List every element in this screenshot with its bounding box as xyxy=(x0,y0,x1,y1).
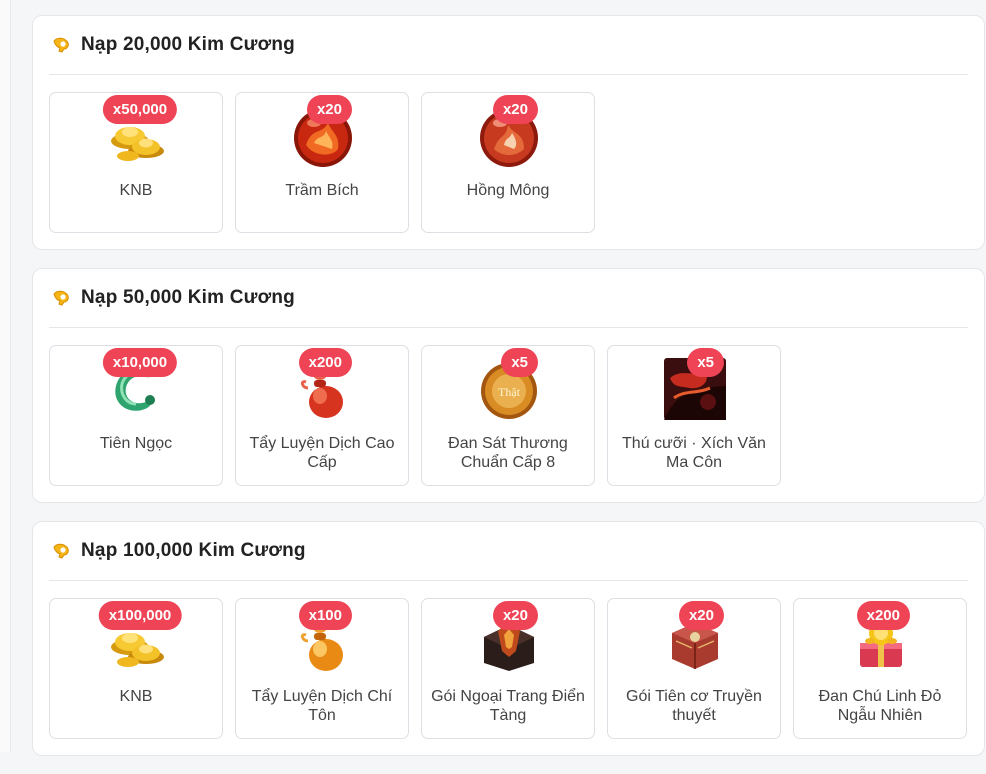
reward-tier-header: Nạp 100,000 Kim Cương xyxy=(49,522,968,581)
item-name: Gói Ngoại Trang Điển Tàng xyxy=(431,688,585,724)
quantity-badge: x100,000 xyxy=(98,601,182,630)
reward-item[interactable]: Thật x5 Đan Sát Thương Chuẩn Cấp 8 xyxy=(421,345,595,486)
reward-tier-50000: Nạp 50,000 Kim Cương x10,000 Tiên Ngọc x… xyxy=(32,268,985,503)
item-name: Gói Tiên cơ Truyền thuyết xyxy=(626,688,762,724)
quantity-badge: x200 xyxy=(856,601,910,630)
quantity-badge: x10,000 xyxy=(102,348,178,377)
recharge-rewards-list: Nạp 20,000 Kim Cương x50,000 KNB x20 Trầ… xyxy=(32,15,985,774)
reward-item[interactable]: x100,000 KNB xyxy=(49,598,223,739)
reward-items: x50,000 KNB x20 Trầm Bích x20 Hồng Mông xyxy=(49,75,968,233)
reward-item[interactable]: x20 Hồng Mông xyxy=(421,92,595,233)
reward-item[interactable]: x5 Thú cưỡi · Xích Văn Ma Côn xyxy=(607,345,781,486)
reward-item[interactable]: x20 Gói Ngoại Trang Điển Tàng xyxy=(421,598,595,739)
item-name: KNB xyxy=(119,182,153,199)
reward-item[interactable]: x200 Tẩy Luyện Dịch Cao Cấp xyxy=(235,345,409,486)
reward-item[interactable]: x200 Đan Chú Linh Đỏ Ngẫu Nhiên xyxy=(793,598,967,739)
reward-tier-title: Nạp 20,000 Kim Cương xyxy=(81,34,295,55)
quantity-badge: x50,000 xyxy=(102,95,178,124)
quantity-badge: x20 xyxy=(492,95,538,124)
reward-tier-title: Nạp 50,000 Kim Cương xyxy=(81,287,295,308)
item-name: Hồng Mông xyxy=(466,182,550,199)
item-name: KNB xyxy=(119,688,153,705)
quantity-badge: x200 xyxy=(298,348,352,377)
reward-tier-20000: Nạp 20,000 Kim Cương x50,000 KNB x20 Trầ… xyxy=(32,15,985,250)
quantity-badge: x5 xyxy=(687,348,724,377)
reward-item[interactable]: x20 Gói Tiên cơ Truyền thuyết xyxy=(607,598,781,739)
reward-tier-header: Nạp 20,000 Kim Cương xyxy=(49,16,968,75)
reward-item[interactable]: x10,000 Tiên Ngọc xyxy=(49,345,223,486)
reward-item[interactable]: x100 Tẩy Luyện Dịch Chí Tôn xyxy=(235,598,409,739)
svg-text:Thật: Thật xyxy=(498,385,521,399)
reward-items: x100,000 KNB x100 Tẩy Luyện Dịch Chí Tôn xyxy=(49,581,968,739)
quantity-badge: x20 xyxy=(678,601,724,630)
item-name: Tẩy Luyện Dịch Chí Tôn xyxy=(251,688,393,724)
reward-items: x10,000 Tiên Ngọc x200 Tẩy Luyện Dịch Ca… xyxy=(49,328,968,486)
item-name: Đan Sát Thương Chuẩn Cấp 8 xyxy=(448,435,568,471)
quantity-badge: x20 xyxy=(306,95,352,124)
reward-tier-100000: Nạp 100,000 Kim Cương x100,000 KNB x100 … xyxy=(32,521,985,756)
quantity-badge: x5 xyxy=(501,348,538,377)
reward-tier-header: Nạp 50,000 Kim Cương xyxy=(49,269,968,328)
quantity-badge: x20 xyxy=(492,601,538,630)
reward-item[interactable]: x20 Trầm Bích xyxy=(235,92,409,233)
page-left-edge xyxy=(0,0,11,752)
horn-icon xyxy=(53,290,69,306)
reward-tier-title: Nạp 100,000 Kim Cương xyxy=(81,540,306,561)
item-name: Tiên Ngọc xyxy=(99,435,173,452)
quantity-badge: x100 xyxy=(298,601,352,630)
item-name: Trầm Bích xyxy=(285,182,359,199)
item-name: Đan Chú Linh Đỏ Ngẫu Nhiên xyxy=(818,688,942,724)
horn-icon xyxy=(53,543,69,559)
item-name: Thú cưỡi · Xích Văn Ma Côn xyxy=(622,435,766,471)
item-name: Tẩy Luyện Dịch Cao Cấp xyxy=(249,435,395,471)
reward-item[interactable]: x50,000 KNB xyxy=(49,92,223,233)
horn-icon xyxy=(53,37,69,53)
